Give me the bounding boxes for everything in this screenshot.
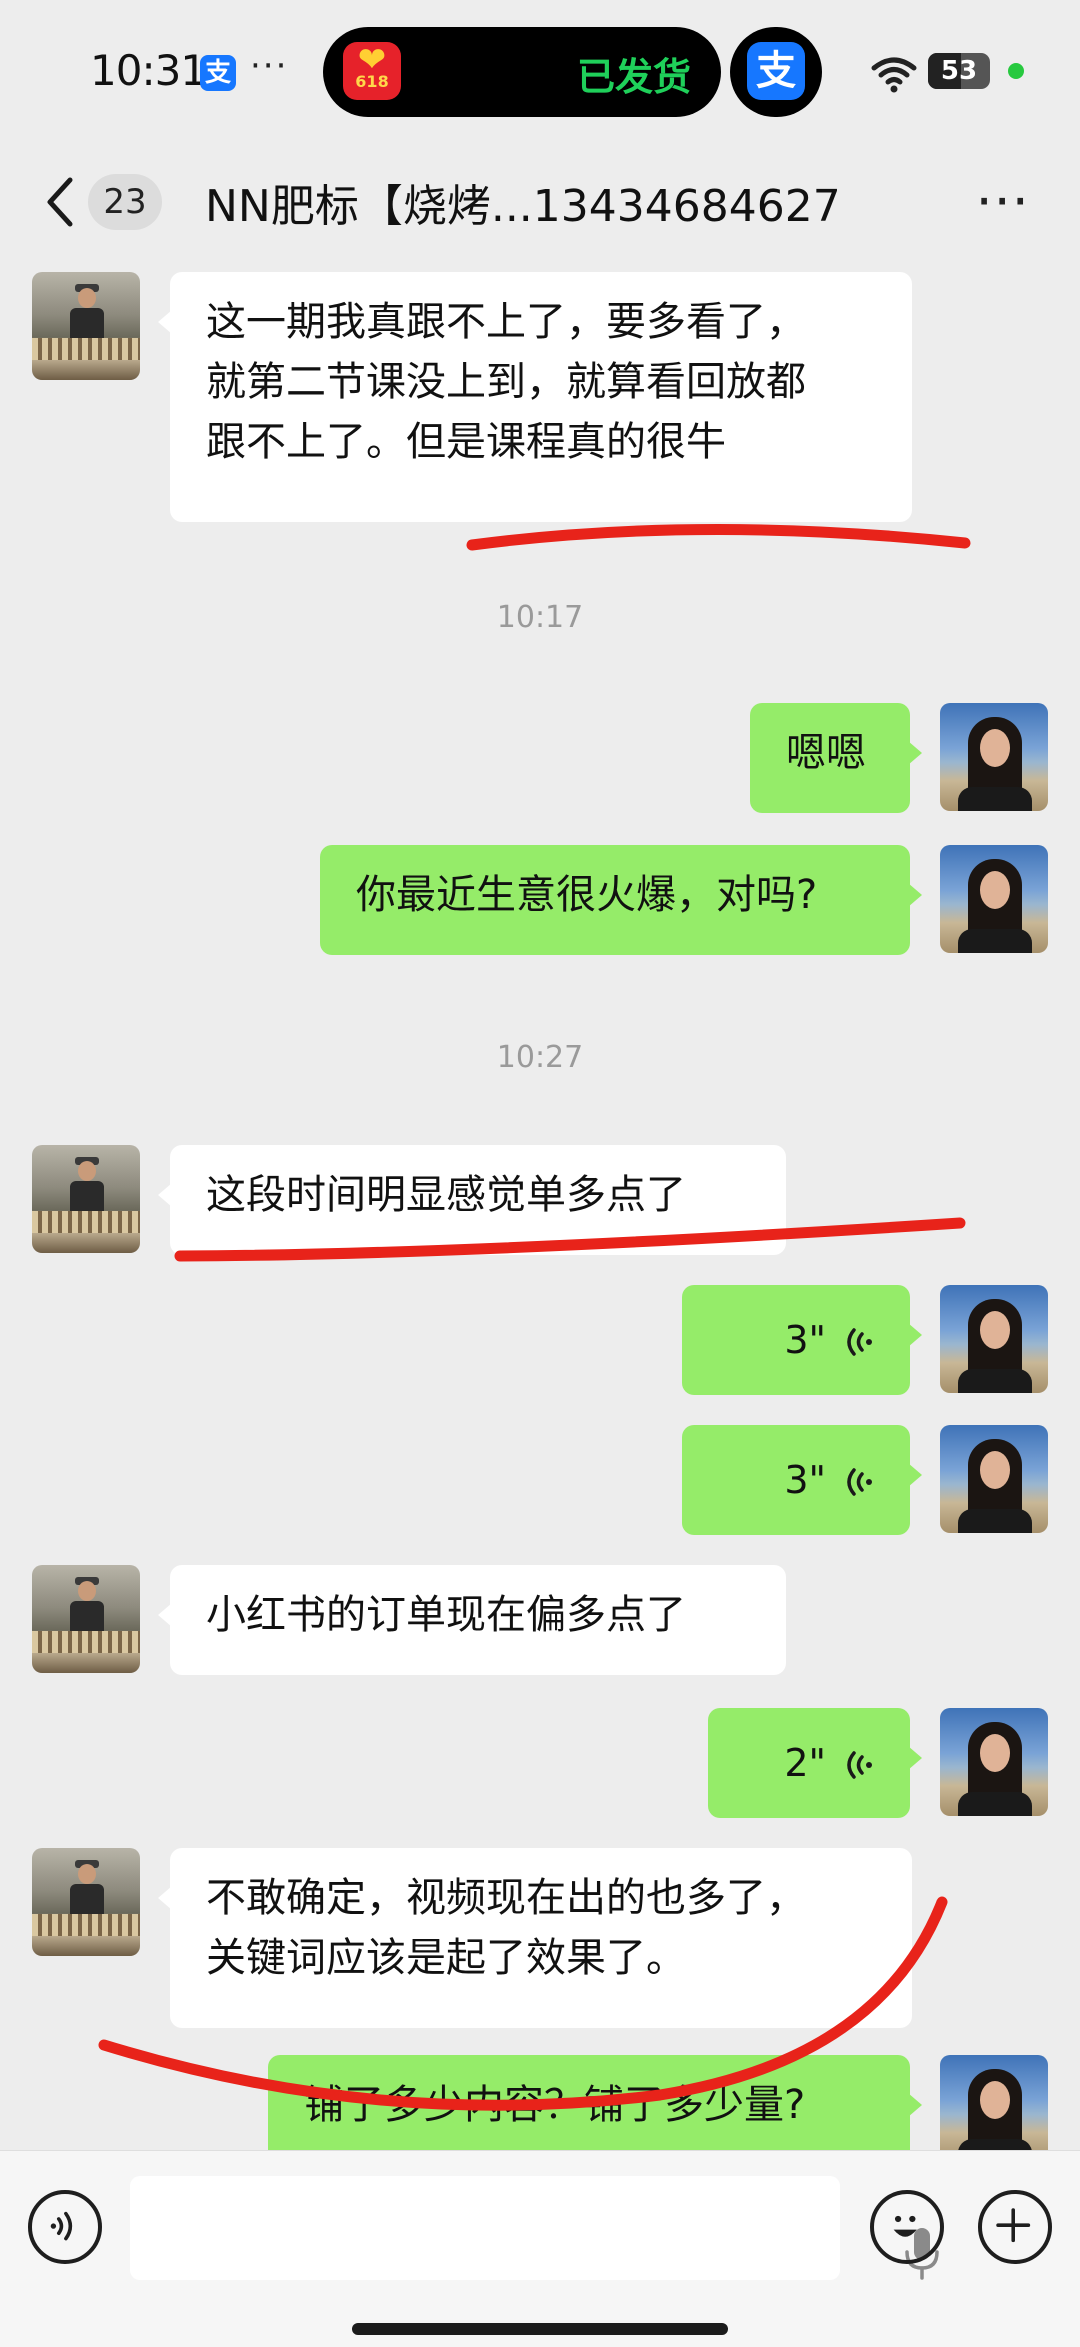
voice-toggle-icon[interactable] [28,2190,102,2264]
message-timestamp: 10:27 [496,1040,584,1075]
battery-indicator: 53 [928,53,990,89]
incoming-message-bubble[interactable]: 不敢确定，视频现在出的也多了， 关键词应该是起了效果了。 [158,1848,912,2028]
avatar-shape [958,1369,1032,1393]
avatar-self[interactable] [940,1285,1048,1393]
island-alipay-bubble[interactable]: 支 [730,27,822,117]
avatar-shape [980,871,1010,909]
avatar-self[interactable] [940,703,1048,811]
message-text: 嗯嗯 [786,730,866,776]
avatar-shape [78,1864,96,1884]
incoming-message-bubble[interactable]: 小红书的订单现在偏多点了 [158,1565,786,1675]
avatar-shape [958,2139,1032,2150]
status-time: 10:31 [90,46,207,95]
avatar-self[interactable] [940,2055,1048,2150]
privacy-indicator-dot [1008,63,1024,79]
message-text: 不敢确定，视频现在出的也多了， 关键词应该是起了效果了。 [206,1875,806,1981]
avatar-shape [958,787,1032,811]
unread-count-badge[interactable]: 23 [88,174,162,230]
chat-screen: 10:31 支 ··· 618 已发货 支 53 23 NN肥标【烧烤...13… [0,0,1080,2347]
avatar-contact[interactable] [32,272,140,380]
avatar-shape [980,729,1010,767]
chat-header: 23 NN肥标【烧烤...13434684627 ⋯ [0,150,1080,260]
voice-wave-icon [847,1751,872,1779]
avatar-shape [78,1581,96,1601]
voice-wave-icon [847,1328,872,1356]
message-text: 铺了多少内容？铺了多少量? [304,2082,806,2128]
voice-message-bubble[interactable]: 2" [708,1708,922,1818]
avatar-shape [70,1181,104,1215]
avatar-shape [78,1161,96,1181]
avatar-shape [70,1884,104,1918]
emoji-icon[interactable] [870,2190,944,2264]
alipay-icon: 支 [747,42,805,100]
avatar-shape [78,288,96,308]
avatar-shape [70,1601,104,1635]
more-notifications-icon: ··· [250,46,289,86]
shopping-app-icon: 618 [343,30,401,100]
battery-percentage: 53 [940,56,978,86]
avatar-shape [980,2081,1010,2119]
avatar-shape [32,1914,140,1936]
message-text: 你最近生意很火爆，对吗? [356,872,818,918]
input-bar [0,2150,1080,2347]
avatar-shape [980,1734,1010,1772]
chat-title: NN肥标【烧烤...13434684627 [205,181,841,232]
dynamic-island[interactable]: 618 已发货 [323,27,721,117]
more-dots-icon[interactable]: ⋯ [975,173,1032,227]
message-text: 小红书的订单现在偏多点了 [206,1592,686,1638]
message-text: 这段时间明显感觉单多点了 [206,1172,686,1218]
plus-icon[interactable] [978,2190,1052,2264]
avatar-shape [32,338,140,360]
status-bar: 10:31 支 ··· 618 已发货 支 53 [0,0,1080,150]
chevron-left-icon[interactable] [40,170,80,234]
message-text: 这一期我真跟不上了，要多看了， 就第二节课没上到，就算看回放都 跟不上了。但是课… [206,299,806,465]
message-timestamp: 10:17 [496,600,584,635]
avatar-shape [980,1451,1010,1489]
avatar-contact[interactable] [32,1565,140,1673]
voice-duration: 3" [784,1318,826,1362]
avatar-shape [958,1509,1032,1533]
island-status-text: 已发货 [576,55,691,99]
outgoing-message-bubble[interactable]: 你最近生意很火爆，对吗? [320,845,922,955]
avatar-shape [70,308,104,342]
avatar-contact[interactable] [32,1145,140,1253]
incoming-message-bubble[interactable]: 这一期我真跟不上了，要多看了， 就第二节课没上到，就算看回放都 跟不上了。但是课… [158,272,912,522]
outgoing-message-bubble[interactable]: 铺了多少内容？铺了多少量? [268,2055,922,2150]
voice-message-bubble[interactable]: 3" [682,1425,922,1535]
wifi-icon [871,57,917,93]
avatar-self[interactable] [940,1708,1048,1816]
incoming-message-bubble[interactable]: 这段时间明显感觉单多点了 [158,1145,786,1255]
message-input[interactable] [130,2176,939,2280]
avatar-shape [958,1792,1032,1816]
avatar-shape [980,1311,1010,1349]
message-list[interactable]: 这一期我真跟不上了，要多看了， 就第二节课没上到，就算看回放都 跟不上了。但是课… [0,260,1080,2150]
voice-message-bubble[interactable]: 3" [682,1285,922,1395]
voice-duration: 2" [784,1741,826,1785]
avatar-self[interactable] [940,1425,1048,1533]
home-indicator[interactable] [352,2323,728,2335]
outgoing-message-bubble[interactable]: 嗯嗯 [750,703,922,813]
avatar-shape [958,929,1032,953]
avatar-contact[interactable] [32,1848,140,1956]
avatar-shape [32,1631,140,1653]
alipay-notification-icon: 支 [200,55,236,91]
voice-wave-icon [847,1468,872,1496]
avatar-shape [32,1211,140,1233]
avatar-self[interactable] [940,845,1048,953]
voice-duration: 3" [784,1458,826,1502]
